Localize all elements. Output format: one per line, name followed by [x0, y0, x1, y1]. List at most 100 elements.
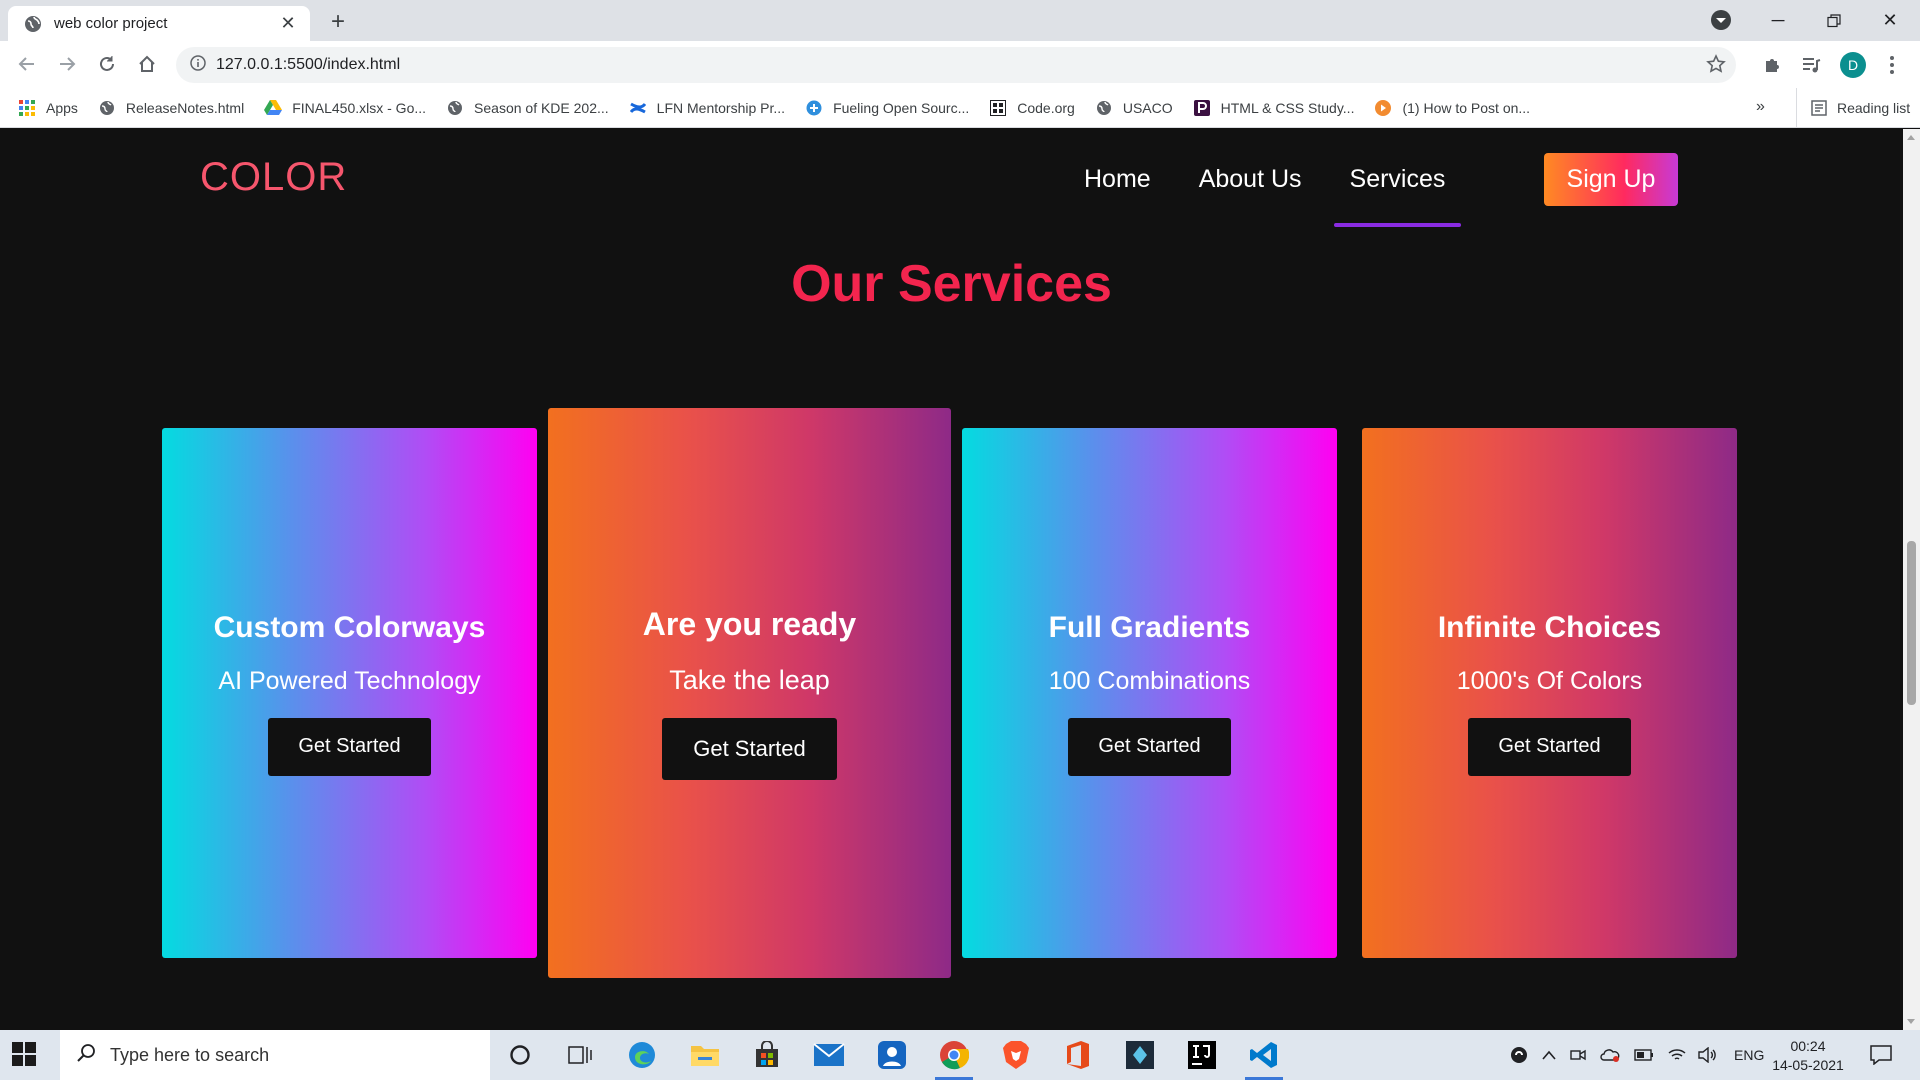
confluence-icon — [629, 99, 647, 117]
tab-search-icon[interactable] — [1711, 10, 1731, 30]
scroll-down-arrow-icon[interactable] — [1907, 1019, 1915, 1024]
back-icon[interactable] — [7, 44, 47, 84]
bookmark-label: Fueling Open Sourc... — [833, 99, 970, 116]
clock-time: 00:24 — [1790, 1038, 1826, 1054]
address-bar[interactable]: 127.0.0.1:5500/index.html — [176, 47, 1736, 83]
globe-icon — [98, 99, 116, 117]
office-icon[interactable] — [1053, 1035, 1103, 1075]
service-card-infinite-choices: Infinite Choices 1000's Of Colors Get St… — [1362, 428, 1737, 958]
vscode-icon[interactable] — [1239, 1035, 1289, 1080]
brave-icon[interactable] — [991, 1035, 1041, 1075]
card-title: Are you ready — [642, 606, 857, 642]
nav-home[interactable]: Home — [1060, 129, 1175, 229]
card-subtitle: AI Powered Technology — [218, 666, 481, 695]
meet-now-icon[interactable] — [1570, 1047, 1586, 1063]
bookmark-code-org[interactable]: Code.org — [989, 99, 1075, 117]
new-tab-icon[interactable]: + — [324, 8, 352, 36]
chrome-menu-icon[interactable] — [1874, 47, 1910, 83]
search-icon — [76, 1043, 96, 1068]
reload-icon[interactable] — [87, 44, 127, 84]
extensions-icon[interactable] — [1754, 47, 1790, 83]
close-tab-icon[interactable]: ✕ — [278, 13, 298, 34]
get-started-button[interactable]: Get Started — [1468, 717, 1631, 776]
globe-icon — [24, 15, 42, 33]
bookmark-final450[interactable]: FINAL450.xlsx - Go... — [264, 99, 426, 117]
browser-toolbar: 127.0.0.1:5500/index.html D — [0, 41, 1920, 88]
get-started-button[interactable]: Get Started — [1068, 717, 1231, 776]
reading-list-icon — [1811, 100, 1827, 116]
bookmark-lfn-mentorship[interactable]: LFN Mentorship Pr... — [629, 99, 785, 117]
scroll-up-arrow-icon[interactable] — [1907, 135, 1915, 140]
clock-date: 14-05-2021 — [1772, 1057, 1844, 1073]
nav-services[interactable]: Services — [1326, 129, 1470, 229]
chrome-icon[interactable] — [929, 1035, 979, 1080]
bookmark-releasenotes[interactable]: ReleaseNotes.html — [98, 99, 244, 117]
onedrive-icon[interactable] — [1600, 1048, 1620, 1062]
site-logo[interactable]: COLOR — [200, 155, 347, 200]
tab-title: web color project — [54, 15, 168, 32]
windows-start-icon[interactable] — [12, 1042, 38, 1068]
volume-icon[interactable] — [1698, 1047, 1716, 1063]
account-app-icon[interactable] — [867, 1035, 917, 1075]
bookmark-html-css-study[interactable]: HTML & CSS Study... — [1193, 99, 1355, 117]
service-card-are-you-ready: Are you ready Take the leap Get Started — [548, 408, 951, 978]
profile-avatar[interactable]: D — [1835, 47, 1871, 83]
page-scrollbar[interactable] — [1903, 129, 1920, 1030]
minimize-icon[interactable]: ─ — [1750, 0, 1806, 41]
reading-list-button[interactable]: Reading list — [1796, 88, 1910, 128]
card-title: Full Gradients — [1048, 610, 1251, 644]
bookmark-how-to-post[interactable]: (1) How to Post on... — [1374, 99, 1530, 117]
home-icon[interactable] — [127, 44, 167, 84]
bookmarks-overflow-icon[interactable]: » — [1756, 98, 1765, 116]
bookmark-fueling-open-source[interactable]: Fueling Open Sourc... — [805, 99, 969, 117]
globe-icon — [446, 99, 464, 117]
p-icon — [1193, 99, 1211, 117]
file-explorer-icon[interactable] — [680, 1035, 730, 1075]
bookmark-usaco[interactable]: USACO — [1095, 99, 1173, 117]
microsoft-store-icon[interactable] — [742, 1035, 792, 1075]
close-window-icon[interactable]: ✕ — [1862, 0, 1918, 41]
taskbar-search-box[interactable]: Type here to search — [60, 1030, 490, 1080]
page-viewport: COLOR Home About Us Services Sign Up Our… — [0, 129, 1903, 1030]
mail-icon[interactable] — [804, 1035, 854, 1075]
bookmark-label: FINAL450.xlsx - Go... — [292, 99, 427, 116]
code-org-icon — [989, 99, 1007, 117]
info-icon[interactable] — [190, 54, 206, 76]
bookmark-apps[interactable]: Apps — [18, 99, 78, 117]
taskbar-clock[interactable]: 00:24 14-05-2021 — [1760, 1037, 1856, 1075]
bookmark-label: Apps — [46, 99, 78, 116]
media-control-icon[interactable] — [1793, 47, 1829, 83]
bookmark-season-of-kde[interactable]: Season of KDE 202... — [446, 99, 609, 117]
bookmark-label: HTML & CSS Study... — [1220, 99, 1355, 116]
bookmark-label: USACO — [1122, 99, 1173, 116]
edge-icon[interactable] — [617, 1035, 667, 1075]
get-started-button[interactable]: Get Started — [662, 718, 837, 780]
service-card-custom-colorways: Custom Colorways AI Powered Technology G… — [162, 428, 537, 958]
card-title: Custom Colorways — [213, 610, 486, 644]
cortana-icon[interactable] — [495, 1035, 545, 1075]
intellij-icon[interactable] — [1177, 1035, 1227, 1075]
browser-tab[interactable]: web color project ✕ — [8, 6, 310, 41]
forward-icon[interactable] — [47, 44, 87, 84]
site-nav: Home About Us Services — [1060, 129, 1469, 229]
card-title: Infinite Choices — [1437, 610, 1662, 644]
terminal-app-icon[interactable] — [1115, 1035, 1165, 1075]
search-placeholder: Type here to search — [110, 1044, 270, 1065]
sign-up-button[interactable]: Sign Up — [1544, 153, 1678, 206]
play-icon — [1374, 99, 1392, 117]
get-started-button[interactable]: Get Started — [268, 717, 431, 776]
bookmark-label: Code.org — [1017, 99, 1075, 116]
ai-assistant-icon[interactable] — [1510, 1046, 1528, 1064]
nav-about-us[interactable]: About Us — [1175, 129, 1326, 229]
chevron-up-icon[interactable] — [1542, 1050, 1556, 1060]
task-view-icon[interactable] — [555, 1035, 605, 1075]
scrollbar-thumb[interactable] — [1907, 541, 1916, 705]
bookmark-star-icon[interactable] — [1706, 54, 1726, 79]
apps-grid-icon — [18, 99, 36, 117]
notification-center-icon[interactable] — [1856, 1035, 1906, 1075]
wifi-icon[interactable] — [1668, 1048, 1686, 1062]
battery-icon[interactable] — [1634, 1049, 1654, 1061]
system-tray: ENG — [1510, 1030, 1764, 1080]
restore-icon[interactable] — [1806, 0, 1862, 41]
windows-taskbar: Type here to search ENG 00:24 14-05-2021 — [0, 1030, 1920, 1080]
